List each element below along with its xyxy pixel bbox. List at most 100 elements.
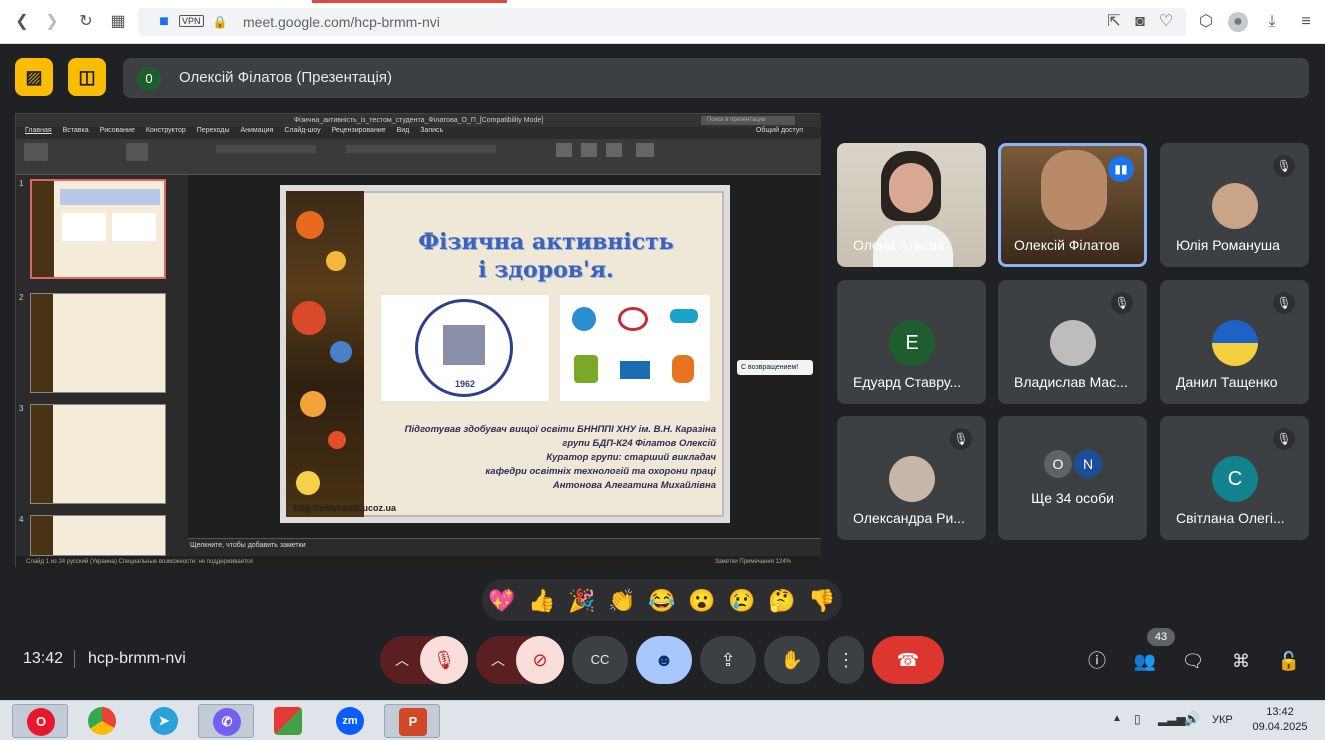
url-text[interactable]: meet.google.com/hcp-brmm-nvi [243, 14, 440, 30]
tabs-grid-icon[interactable]: ▦ [108, 12, 128, 32]
captions-button[interactable]: CC [572, 636, 628, 684]
logo-year: 1962 [454, 379, 476, 389]
reload-icon[interactable]: ↻ [76, 12, 96, 32]
taskbar: O ➤ ✆ zm P ▲ ▯ ▂▃▅ 🔊 УКР 13:42 09.04.202… [0, 700, 1325, 740]
shapes-icon[interactable] [581, 143, 597, 157]
reaction-button[interactable]: 👍 [528, 587, 556, 615]
ppt-menu-item[interactable]: Вид [397, 127, 410, 134]
host-controls-icon[interactable]: 🔓 [1276, 648, 1302, 674]
opera-taskbar-button[interactable]: O [12, 704, 68, 738]
thumbnail-1[interactable] [30, 179, 166, 279]
new-slide-icon[interactable] [126, 143, 148, 161]
presentation-view-icon[interactable]: ▨ [15, 58, 53, 96]
ppt-menu-item[interactable]: Конструктор [146, 127, 186, 134]
zoom-taskbar-button[interactable]: zm [322, 704, 378, 738]
people-icon[interactable]: 👥 [1132, 648, 1158, 674]
ppt-menu-item[interactable]: Слайд-шоу [284, 127, 320, 134]
thumbnail-3[interactable] [30, 404, 166, 504]
thumbnail-2[interactable] [30, 293, 166, 393]
network-icon[interactable]: ▯ [1134, 712, 1141, 726]
participant-tile[interactable]: ▮▮ Олексій Філатов [998, 143, 1147, 267]
share-icon[interactable]: ⇱ [1104, 12, 1124, 32]
arrange-icon[interactable] [636, 143, 654, 157]
menu-icon[interactable]: ≡ [1296, 12, 1316, 32]
chat-icon[interactable]: 🗨 [1180, 648, 1206, 674]
mic-options-chevron-icon[interactable]: ︿ [380, 636, 424, 684]
shared-screen[interactable]: Фізична_активність_із_тестом_студента_Фі… [15, 113, 821, 568]
slide[interactable]: Фізична активність і здоров'я. 1962 Підг… [280, 185, 730, 523]
notes-pane[interactable]: Щелкните, чтобы добавить заметки [188, 538, 821, 556]
presenter-count-badge: 0 [137, 67, 161, 91]
camera-off-button[interactable]: ⊘ [516, 636, 564, 684]
ppt-menu-item[interactable]: Переходы [197, 127, 230, 134]
reaction-button[interactable]: 😮 [688, 587, 716, 615]
reaction-button[interactable]: 💖 [488, 587, 516, 615]
thumbnail-4[interactable] [30, 515, 166, 556]
paragraph-box[interactable] [346, 145, 496, 153]
camera-options-chevron-icon[interactable]: ︿ [476, 636, 520, 684]
volume-icon[interactable]: 🔊 [1184, 711, 1200, 727]
chrome-taskbar-button[interactable] [74, 704, 130, 738]
viber-taskbar-button[interactable]: ✆ [198, 704, 254, 738]
download-icon[interactable]: ⤓ [1262, 12, 1282, 32]
clock[interactable]: 13:42 09.04.2025 [1250, 705, 1310, 735]
participant-tile[interactable]: 🎙 Олександра Ри... [837, 416, 986, 540]
chrome-icon [88, 707, 116, 735]
participant-tile[interactable]: 🎙 C Світлана Олегі... [1160, 416, 1309, 540]
reaction-button[interactable]: 👎 [808, 587, 836, 615]
slide-text-line: кафедри освітніх технологій та охорони п… [485, 466, 716, 477]
signal-icon[interactable]: ▂▃▅ [1158, 712, 1186, 726]
vpn-badge[interactable]: VPN [179, 15, 204, 27]
snapshot-icon[interactable]: ◙ [1130, 12, 1150, 32]
ppt-search[interactable]: Поиск в презентации [701, 116, 795, 125]
ppt-menu-item[interactable]: Вставка [63, 127, 89, 134]
clock-time: 13:42 [1266, 706, 1294, 718]
participant-tile-more[interactable]: O N Ще 34 особи [998, 416, 1147, 540]
participant-tile[interactable]: 🎙 Юлія Романуша [1160, 143, 1309, 267]
mic-off-button[interactable]: 🎙 [420, 636, 468, 684]
ppt-menu-item[interactable]: Главная [25, 127, 52, 134]
ppt-menu-item[interactable]: Запись [420, 127, 443, 134]
present-button[interactable]: ⇪ [700, 636, 756, 684]
picture-icon[interactable] [556, 143, 572, 157]
reaction-button[interactable]: 🤔 [768, 587, 796, 615]
powerpoint-taskbar-button[interactable]: P [384, 704, 440, 738]
language-indicator[interactable]: УКР [1212, 714, 1233, 726]
reaction-button[interactable]: 😢 [728, 587, 756, 615]
ppt-menu-item[interactable]: Рецензирование [332, 127, 386, 134]
reaction-button[interactable]: 🎉 [568, 587, 596, 615]
font-box[interactable] [216, 145, 316, 153]
profile-icon[interactable]: ● [1228, 12, 1248, 32]
ppt-menu-item[interactable]: Рисование [100, 127, 135, 134]
back-icon[interactable]: ❮ [12, 12, 32, 32]
leave-call-button[interactable]: ☎ [872, 636, 944, 684]
reaction-button[interactable]: 😂 [648, 587, 676, 615]
activities-icon[interactable]: ⌘ [1228, 648, 1254, 674]
participant-tile[interactable]: 🎙 Данил Тащенко [1160, 280, 1309, 404]
heart-icon[interactable]: ♡ [1156, 12, 1176, 32]
cube-icon[interactable]: ⬡ [1196, 12, 1216, 32]
forward-icon[interactable]: ❯ [42, 12, 62, 32]
avatar: Е [889, 320, 935, 366]
info-icon[interactable]: ⓘ [1084, 648, 1110, 674]
more-options-button[interactable]: ⋮ [828, 636, 864, 684]
university-logo: 1962 [381, 295, 549, 401]
participant-tile[interactable]: Е Едуард Ставру... [837, 280, 986, 404]
tab-indicator [312, 0, 507, 3]
lock-icon[interactable]: 🔒 [210, 12, 230, 32]
paste-icon[interactable] [24, 143, 48, 161]
raise-hand-button[interactable]: ✋ [764, 636, 820, 684]
tray-arrow-icon[interactable]: ▲ [1112, 713, 1122, 724]
reaction-button[interactable]: 👏 [608, 587, 636, 615]
telegram-taskbar-button[interactable]: ➤ [136, 704, 192, 738]
ppt-share[interactable]: Общий доступ [756, 127, 803, 134]
app-taskbar-button[interactable] [260, 704, 316, 738]
participant-tile[interactable]: Олена Атаєва [837, 143, 986, 267]
participant-tile[interactable]: 🎙 Владислав Мас... [998, 280, 1147, 404]
ppt-menu-item[interactable]: Анимация [240, 127, 273, 134]
layout-icon[interactable]: ◫ [68, 58, 106, 96]
address-bar[interactable]: ■ VPN 🔒 meet.google.com/hcp-brmm-nvi ⇱ ◙… [138, 8, 1186, 36]
textbox-icon[interactable] [606, 143, 622, 157]
status-left: Слайд 1 из 24 русский (Украина) Специаль… [26, 559, 253, 565]
emoji-button[interactable]: ☻ [636, 636, 692, 684]
